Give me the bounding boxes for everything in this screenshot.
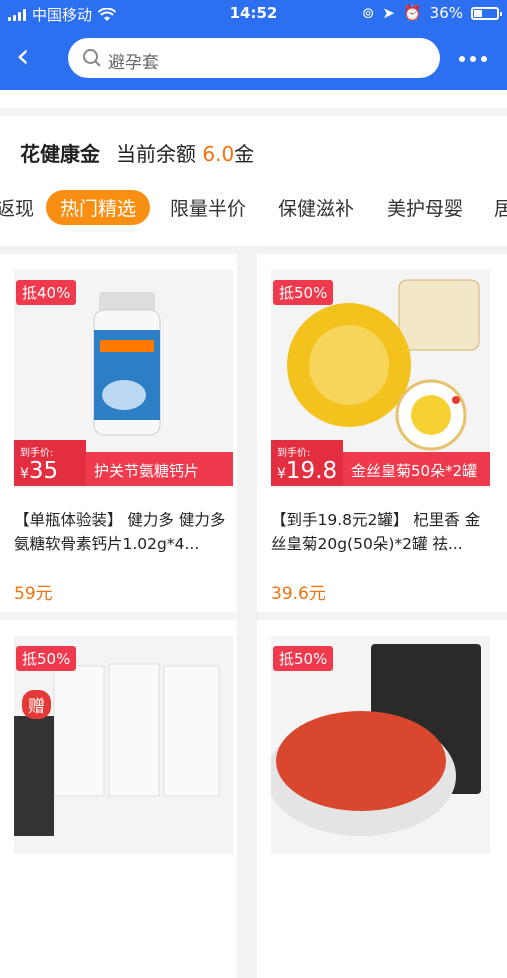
tab-cashback[interactable]: 返现	[0, 194, 34, 221]
product-original-price: 39.6元	[271, 584, 326, 604]
search-placeholder: 避孕套	[108, 53, 159, 73]
discount-badge: 抵50%	[273, 280, 334, 305]
tab-home[interactable]: 居	[494, 194, 507, 221]
banner-edge	[0, 90, 507, 108]
tab-health[interactable]: 保健滋补	[278, 194, 354, 221]
product-title: 【到手19.8元2罐】 杞里香 金丝皇菊20g(50朵)*2罐 祛...	[271, 511, 481, 553]
price-banner: 到手价: ¥35 护关节氨糖钙片	[14, 440, 233, 486]
price-banner: 到手价: ¥19.8 金丝皇菊50朵*2罐	[271, 440, 490, 486]
tab-half-price[interactable]: 限量半价	[170, 194, 246, 221]
tab-hot[interactable]: 热门精选	[46, 190, 151, 225]
top-nav-bar: ‹ 避孕套	[0, 28, 507, 90]
rotation-lock-icon: ⊚	[361, 4, 375, 22]
product-tag: 金丝皇菊50朵*2罐	[351, 462, 478, 480]
product-original-price: 59元	[14, 584, 53, 604]
product-tag: 护关节氨糖钙片	[94, 462, 200, 480]
more-options-icon[interactable]	[459, 56, 487, 62]
status-bar: 中国移动 14:52 ⊚ ➤ ⏰ 36%	[0, 0, 507, 28]
product-card[interactable]: 抵50%	[257, 620, 507, 978]
gift-badge: 赠	[22, 690, 51, 719]
product-image: 抵40% 到手价: ¥35 护关节氨糖钙片	[14, 270, 233, 488]
product-image: 抵50%	[271, 636, 490, 854]
gold-balance: 当前余额 6.0金	[116, 142, 255, 166]
product-image: 抵50% 赠	[14, 636, 233, 854]
product-card[interactable]: 抵50% 赠	[0, 620, 237, 978]
product-card[interactable]: 抵40% 到手价: ¥35 护关节氨糖钙片 【单瓶体验装】 健力多 健力多氨糖软…	[0, 254, 237, 612]
discount-badge: 抵50%	[16, 646, 77, 671]
category-tabs: 返现 热门精选 限量半价 保健滋补 美护母婴 居	[0, 190, 507, 230]
final-price-box: 到手价: ¥19.8	[271, 440, 343, 486]
product-card[interactable]: 抵50% 到手价: ¥19.8 金丝皇菊50朵*2罐 【到手19.8元2罐】 杞…	[257, 254, 507, 612]
search-icon	[83, 49, 101, 67]
search-input[interactable]: 避孕套	[68, 38, 440, 78]
gold-balance-panel: 花健康金 当前余额 6.0金 返现 热门精选 限量半价 保健滋补 美护母婴 居	[0, 116, 507, 246]
product-image: 抵50% 到手价: ¥19.8 金丝皇菊50朵*2罐	[271, 270, 490, 488]
discount-badge: 抵40%	[16, 280, 77, 305]
back-icon[interactable]: ‹	[16, 38, 44, 78]
discount-badge: 抵50%	[273, 646, 334, 671]
product-title: 【单瓶体验装】 健力多 健力多氨糖软骨素钙片1.02g*4...	[14, 511, 226, 553]
final-price-box: 到手价: ¥35	[14, 440, 86, 486]
battery-icon	[471, 6, 502, 20]
tab-beauty-baby[interactable]: 美护母婴	[387, 194, 463, 221]
battery-percent: 36%	[429, 4, 463, 22]
location-icon: ➤	[382, 4, 395, 22]
gold-title: 花健康金	[20, 142, 100, 166]
alarm-icon: ⏰	[402, 4, 422, 22]
